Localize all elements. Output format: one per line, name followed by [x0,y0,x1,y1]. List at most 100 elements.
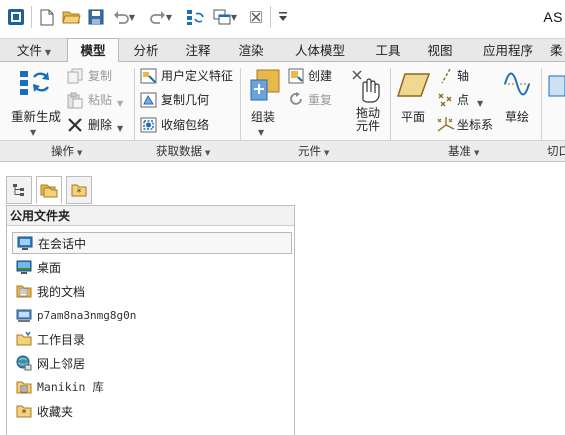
coordinate-system-button[interactable]: 坐标系 [457,118,493,132]
delete-button[interactable]: 删除 [88,118,112,132]
tab-model-tree[interactable] [6,176,32,204]
copy-icon[interactable] [67,68,83,87]
windows-dropdown-icon[interactable]: ▼ [231,13,237,22]
desktop-icon [16,260,32,274]
windows-button[interactable]: ▼ [209,7,241,27]
assemble-icon[interactable] [248,68,282,107]
folder-item-manikin-library[interactable]: Manikin 库 [12,376,292,398]
new-file-icon[interactable] [38,7,56,27]
user-defined-feature-icon[interactable] [140,68,157,87]
repeat-button[interactable]: 重复 [308,93,332,107]
ribbon-tab-strip: 文件 ▼ 模型 分析 注释 渲染 人体模型 工具 视图 应用程序 柔 [0,38,565,63]
drag-components-button[interactable]: 拖动元件 [356,107,380,133]
app-menu-icon[interactable] [6,7,26,27]
tab-analysis[interactable]: 分析 [124,39,168,63]
common-folders-header: 公用文件夹 [7,206,294,226]
tab-favorites[interactable]: * [66,176,92,204]
copy-geometry-button[interactable]: 复制几何 [161,93,209,107]
point-icon[interactable] [437,92,454,111]
repeat-icon[interactable] [289,92,304,110]
drag-components-icon[interactable] [350,68,384,107]
folder-item-my-documents[interactable]: 我的文档 [12,280,292,302]
user-defined-feature-button[interactable]: 用户定义特征 [161,69,233,83]
regenerate-dropdown-icon[interactable]: ▼ [30,124,36,138]
group-component-label[interactable]: 元件 ▼ [298,143,329,159]
regenerate-button[interactable]: 重新生成 [11,110,61,124]
svg-text:*: * [77,188,82,197]
assemble-button[interactable]: 组装 [251,110,275,124]
group-get-data-label[interactable]: 获取数据 ▼ [156,143,210,159]
favorites-icon: * [16,405,32,419]
tab-render[interactable]: 渲染 [227,39,275,63]
regenerate-icon[interactable] [18,67,52,106]
folder-item-network[interactable]: 网上邻居 [12,352,292,374]
folder-item-in-session[interactable]: 在会话中 [12,232,292,254]
tab-file[interactable]: 文件 ▼ [6,39,62,63]
group-cut-label[interactable]: 切口 [547,143,565,159]
copy-geometry-icon[interactable] [140,92,157,111]
svg-text:*: * [22,408,27,419]
tab-manikin[interactable]: 人体模型 [280,39,360,63]
tab-flexible-modeling[interactable]: 柔 [550,39,565,63]
delete-dropdown-icon[interactable]: ▼ [117,120,123,134]
create-component-icon[interactable] [288,68,304,87]
folder-item-working-directory[interactable]: 工作目录 [12,328,292,350]
tab-file-label: 文件 [16,43,42,58]
plane-button[interactable]: 平面 [401,110,425,124]
tab-view[interactable]: 视图 [416,39,464,63]
computer-icon [16,309,32,322]
tab-tools[interactable]: 工具 [365,39,411,63]
copy-button[interactable]: 复制 [88,69,112,83]
shrinkwrap-icon[interactable] [140,117,157,136]
undo-button[interactable]: ▼ [110,7,138,27]
undo-dropdown-icon[interactable]: ▼ [129,13,135,22]
shrinkwrap-button[interactable]: 收缩包络 [161,118,209,132]
point-dropdown-icon[interactable]: ▼ [477,95,483,109]
open-folder-icon[interactable] [61,7,81,27]
folder-item-label: 在会话中 [38,236,87,251]
tab-folder-browser[interactable] [36,176,62,204]
tab-applications[interactable]: 应用程序 [470,39,546,63]
folder-item-label: 工作目录 [37,332,86,347]
save-icon[interactable] [86,7,106,27]
regenerate-small-icon[interactable] [184,7,206,27]
paste-button[interactable]: 粘贴 [88,93,112,107]
library-icon [16,381,32,394]
delete-icon[interactable] [67,117,83,136]
monitor-icon [17,236,33,250]
folder-browser-icon [40,184,58,198]
quick-access-toolbar: ▼ ▼ ▼ AS [0,0,565,34]
folder-item-label: 我的文档 [37,284,86,299]
plane-icon[interactable] [396,70,431,103]
paste-icon[interactable] [67,92,83,112]
sketch-icon[interactable] [503,68,531,103]
customize-toolbar-icon[interactable] [276,7,290,27]
cut-icon[interactable] [548,72,565,103]
tab-model[interactable]: 模型 [67,38,119,63]
folder-item-label: 网上邻居 [37,356,86,371]
group-datum-label[interactable]: 基准 ▼ [448,143,479,159]
redo-button[interactable]: ▼ [147,7,175,27]
close-window-icon[interactable] [248,7,264,27]
model-tree-icon [13,184,24,196]
create-component-button[interactable]: 创建 [308,69,332,83]
coordinate-system-icon[interactable] [437,116,455,136]
folder-navigator-panel: 公用文件夹 在会话中 桌面 我的文档 p7am8na3nmg8g0n 工作目录 … [6,205,295,435]
folder-item-label: p7am8na3nmg8g0n [37,308,137,322]
axis-button[interactable]: 轴 [457,69,469,83]
sketch-button[interactable]: 草绘 [505,110,529,124]
point-button[interactable]: 点 [457,93,469,107]
folder-item-label: 桌面 [37,260,62,275]
assemble-dropdown-icon[interactable]: ▼ [258,124,264,138]
folder-item-favorites[interactable]: * 收藏夹 [12,400,292,422]
work-folder-icon [16,331,32,346]
tab-annotate[interactable]: 注释 [174,39,222,63]
redo-dropdown-icon[interactable]: ▼ [166,13,172,22]
ribbon-group-label-bar [0,140,565,161]
paste-dropdown-icon[interactable]: ▼ [117,95,123,109]
folder-item-desktop[interactable]: 桌面 [12,256,292,278]
folder-item-computer[interactable]: p7am8na3nmg8g0n [12,304,292,326]
ribbon: 重新生成 ▼ 复制 粘贴 ▼ 删除 ▼ 用户定义特征 复制几何 收缩包络 组装 … [0,62,565,162]
axis-icon[interactable] [439,68,453,87]
group-operations-label[interactable]: 操作 ▼ [51,143,82,159]
